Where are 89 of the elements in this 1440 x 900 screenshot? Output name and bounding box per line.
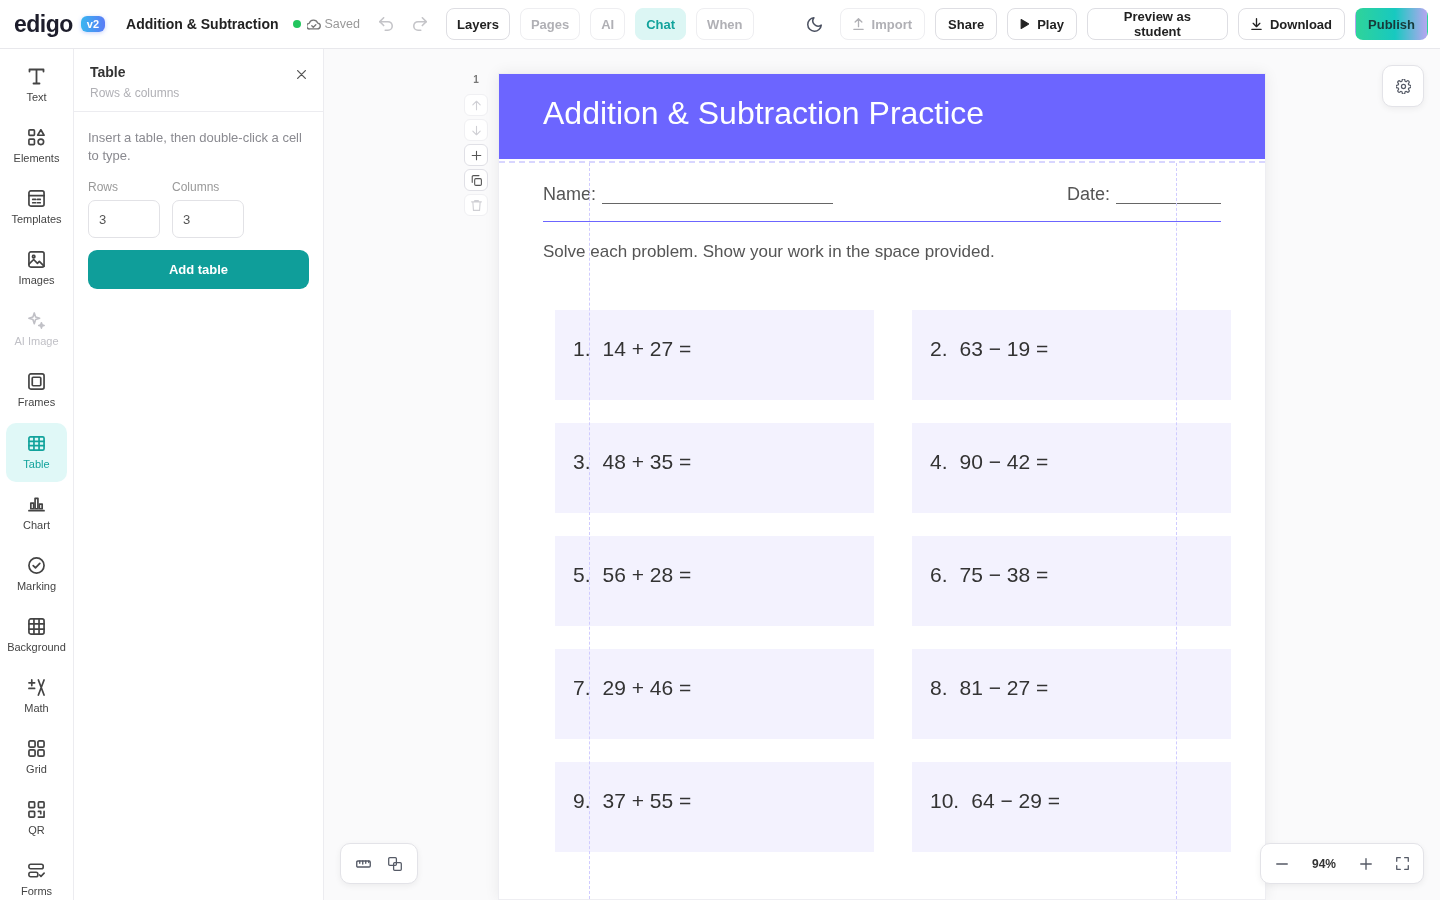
tool-rail-item[interactable]: Forms bbox=[6, 850, 67, 900]
tool-rail-item[interactable]: Frames bbox=[6, 361, 67, 421]
zoom-level: 94% bbox=[1312, 856, 1336, 871]
form-icon bbox=[28, 862, 45, 880]
worksheet-title: Addition & Subtraction Practice bbox=[543, 95, 985, 132]
trash-icon bbox=[470, 199, 482, 211]
share-button[interactable]: Share bbox=[935, 8, 998, 40]
squares-icon bbox=[28, 740, 45, 758]
problem-expression: 56 + 28 = bbox=[602, 563, 692, 587]
tool-rail-item[interactable]: Elements bbox=[6, 117, 67, 177]
problem-expression: 90 − 42 = bbox=[959, 450, 1049, 474]
panel-title: Table bbox=[90, 64, 127, 80]
preview-button[interactable]: Preview as student bbox=[1086, 8, 1228, 40]
ruler-icon[interactable] bbox=[355, 859, 371, 868]
upload-icon bbox=[852, 18, 864, 30]
problem-expression: 64 − 29 = bbox=[971, 789, 1060, 813]
date-label: Date: bbox=[1066, 184, 1110, 204]
grid-icon bbox=[28, 617, 45, 635]
problem-number: 6. bbox=[930, 563, 948, 587]
problem-number: 2. bbox=[930, 337, 948, 361]
problem-expression: 75 − 38 = bbox=[959, 563, 1049, 587]
shapes-icon bbox=[28, 129, 45, 147]
version-badge: v2 bbox=[80, 16, 106, 32]
panel-hint: Insert a table, then double-click a cell to type. bbox=[88, 129, 303, 165]
copy-icon bbox=[470, 174, 482, 186]
view-tab[interactable]: Layers bbox=[446, 8, 510, 40]
arrow-up-icon bbox=[470, 99, 482, 111]
tool-rail-item[interactable]: Images bbox=[6, 239, 67, 299]
number-input[interactable]: 3 bbox=[172, 200, 244, 238]
problem-number: 7. bbox=[573, 676, 591, 700]
qr-code-icon bbox=[28, 801, 45, 819]
add-page-button[interactable] bbox=[464, 144, 488, 166]
frame-icon bbox=[28, 373, 45, 391]
image-icon bbox=[28, 251, 45, 269]
panel-subtitle: Rows & columns bbox=[90, 86, 180, 100]
status-dot-icon bbox=[292, 20, 301, 28]
settings-icon bbox=[1395, 78, 1411, 94]
bar-chart-icon bbox=[28, 495, 45, 513]
problem-expression: 63 − 19 = bbox=[959, 337, 1049, 361]
plus-minus-icon bbox=[28, 678, 45, 696]
number-input[interactable]: 3 bbox=[88, 200, 160, 238]
problem-expression: 14 + 27 = bbox=[602, 337, 692, 361]
letter-t-icon bbox=[28, 68, 45, 85]
problem-number: 4. bbox=[930, 450, 948, 474]
field-label: Rows bbox=[88, 180, 119, 194]
problem-number: 3. bbox=[573, 450, 591, 474]
play-button[interactable]: Play bbox=[1007, 8, 1077, 40]
download-button[interactable]: Download bbox=[1237, 8, 1346, 40]
close-icon[interactable] bbox=[297, 70, 306, 79]
instructions-text: Solve each problem. Show your work in the space provided. bbox=[543, 242, 996, 262]
check-circle-icon bbox=[28, 556, 45, 574]
problem-number: 9. bbox=[573, 789, 591, 813]
zoom-out-icon[interactable] bbox=[1276, 862, 1288, 865]
play-icon bbox=[1020, 19, 1030, 29]
tool-rail-item[interactable]: Text bbox=[6, 56, 67, 115]
field-label: Columns bbox=[172, 180, 221, 194]
problem-expression: 29 + 46 = bbox=[602, 676, 692, 700]
fullscreen-icon[interactable] bbox=[1396, 857, 1409, 870]
layout-icon bbox=[28, 190, 45, 208]
cloud-icon bbox=[306, 18, 321, 30]
plus-icon bbox=[470, 149, 482, 161]
duplicate-button[interactable] bbox=[464, 169, 488, 191]
name-label: Name: bbox=[543, 184, 596, 204]
logo[interactable]: edigo bbox=[14, 10, 73, 38]
arrow-down-icon bbox=[470, 124, 482, 136]
save-status: Saved bbox=[324, 17, 360, 31]
problem-expression: 37 + 55 = bbox=[602, 789, 692, 813]
tool-rail-item[interactable]: Marking bbox=[6, 544, 67, 604]
problem-number: 5. bbox=[573, 563, 591, 587]
problem-number: 10. bbox=[930, 789, 960, 813]
tool-rail-item[interactable]: Grid bbox=[6, 728, 67, 788]
tool-rail-item[interactable]: Background bbox=[6, 605, 67, 665]
tool-rail-item[interactable]: Templates bbox=[6, 178, 67, 238]
zoom-in-icon[interactable] bbox=[1360, 857, 1372, 870]
tool-rail-item[interactable]: Chart bbox=[6, 483, 67, 543]
download-icon bbox=[1250, 18, 1262, 30]
problem-expression: 48 + 35 = bbox=[602, 450, 692, 474]
settings-button[interactable] bbox=[1382, 65, 1424, 107]
sparkle-icon bbox=[28, 312, 45, 330]
problem-number: 8. bbox=[930, 676, 948, 700]
tool-rail-item[interactable]: QR bbox=[6, 789, 67, 849]
problem-number: 1. bbox=[573, 337, 591, 361]
problem-expression: 81 − 27 = bbox=[959, 676, 1049, 700]
tool-rail-item[interactable]: Math bbox=[6, 666, 67, 726]
overlapping-squares-icon[interactable] bbox=[388, 856, 403, 871]
moon-icon[interactable] bbox=[806, 16, 822, 32]
table-icon bbox=[28, 434, 45, 452]
document-title[interactable]: Addition & Subtraction bbox=[126, 16, 279, 32]
page-number: 1 bbox=[473, 73, 479, 87]
